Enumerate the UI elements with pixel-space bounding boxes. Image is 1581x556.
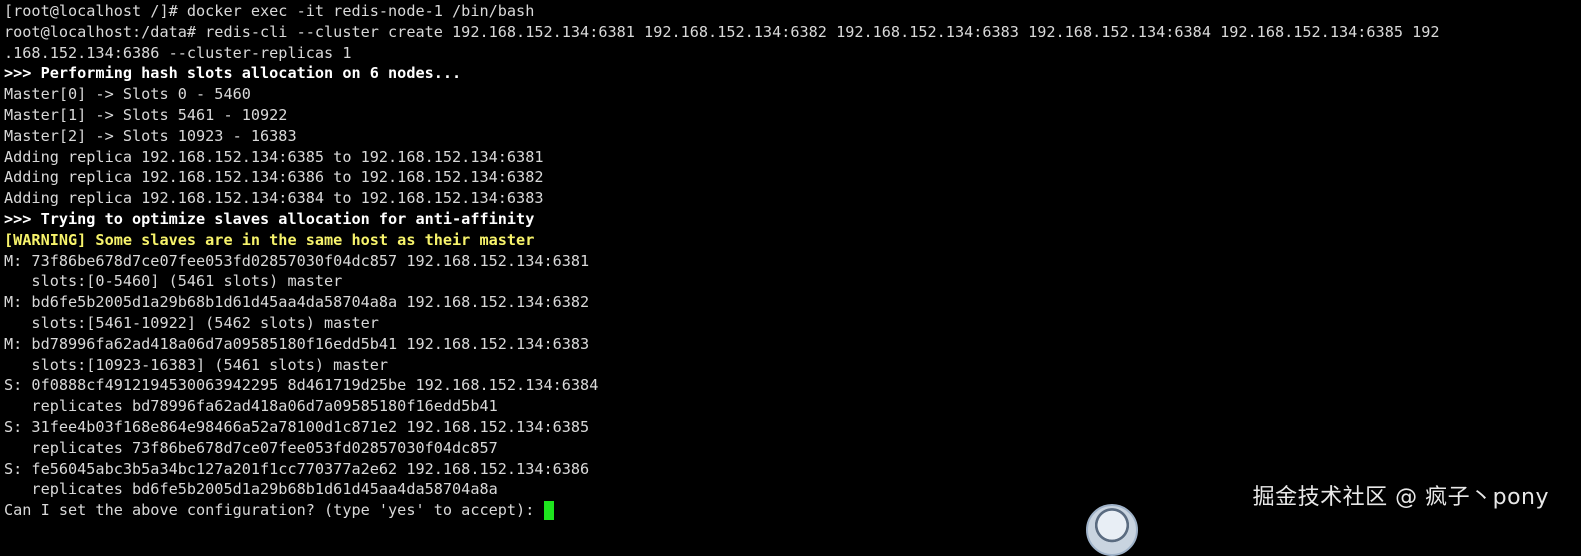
terminal-line: slots:[0-5460] (5461 slots) master	[4, 272, 343, 291]
prompt-text: Can I set the above configuration? (type…	[4, 501, 544, 520]
terminal-line: >>> Trying to optimize slaves allocation…	[4, 209, 535, 228]
terminal-line: replicates bd78996fa62ad418a06d7a0958518…	[4, 397, 498, 416]
terminal-line: S: 31fee4b03f168e864e98466a52a78100d1c87…	[4, 417, 590, 436]
terminal-line: Adding replica 192.168.152.134:6386 to 1…	[4, 168, 544, 187]
terminal-line: Adding replica 192.168.152.134:6384 to 1…	[4, 189, 544, 208]
cursor-block	[544, 501, 555, 521]
terminal-output[interactable]: [root@localhost /]# docker exec -it redi…	[4, 1, 1581, 521]
terminal-line: slots:[5461-10922] (5462 slots) master	[4, 313, 379, 332]
avatar	[1086, 504, 1138, 556]
terminal-line: S: fe56045abc3b5a34bc127a201f1cc770377a2…	[4, 459, 590, 478]
terminal-line: >>> Performing hash slots allocation on …	[4, 64, 462, 83]
watermark-text: 掘金技术社区 @ 疯子丶pony	[1252, 485, 1549, 510]
terminal-line: [WARNING] Some slaves are in the same ho…	[4, 230, 535, 249]
terminal-line: Master[1] -> Slots 5461 - 10922	[4, 105, 288, 124]
output-lines: [root@localhost /]# docker exec -it redi…	[4, 1, 1581, 500]
terminal-line: S: 0f0888cf4912194530063942295 8d461719d…	[4, 376, 599, 395]
terminal-line: M: bd78996fa62ad418a06d7a09585180f16edd5…	[4, 334, 590, 353]
terminal-line: M: bd6fe5b2005d1a29b68b1d61d45aa4da58704…	[4, 293, 590, 312]
terminal-line: [root@localhost /]# docker exec -it redi…	[4, 2, 535, 20]
terminal-line: root@localhost:/data# redis-cli --cluste…	[4, 22, 1440, 41]
terminal-line: .168.152.134:6386 --cluster-replicas 1	[4, 43, 352, 62]
terminal-line: Master[0] -> Slots 0 - 5460	[4, 85, 251, 104]
terminal-line: Adding replica 192.168.152.134:6385 to 1…	[4, 147, 544, 166]
terminal-line: Master[2] -> Slots 10923 - 16383	[4, 126, 297, 145]
terminal-line: M: 73f86be678d7ce07fee053fd02857030f04dc…	[4, 251, 590, 270]
terminal-line: replicates 73f86be678d7ce07fee053fd02857…	[4, 438, 498, 457]
terminal-line: slots:[10923-16383] (5461 slots) master	[4, 355, 389, 374]
